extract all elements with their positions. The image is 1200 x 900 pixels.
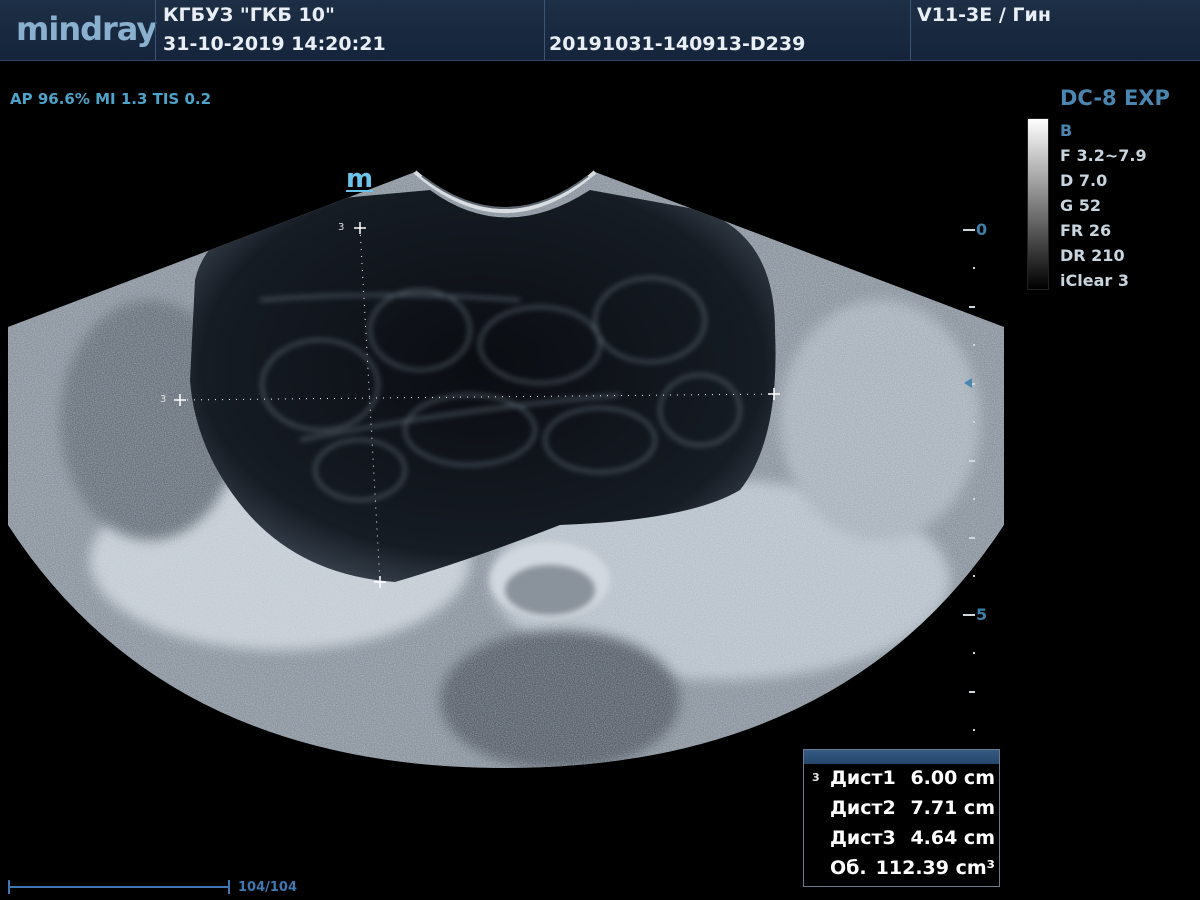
measurement-value: 112.39 cm³ (875, 857, 995, 879)
measurement-panel-header (804, 750, 999, 764)
cine-start-handle[interactable] (8, 880, 10, 894)
param-depth: D 7.0 (1060, 171, 1108, 190)
measurement-index: 3 (812, 771, 820, 784)
measurement-value: 6.00 cm (910, 767, 995, 789)
param-iclear: iClear 3 (1060, 271, 1129, 290)
param-frame-rate: FR 26 (1060, 221, 1112, 240)
measurement-name: Дист3 (830, 827, 896, 849)
imaging-mode: B (1060, 121, 1073, 140)
measurement-value: 4.64 cm (910, 827, 995, 849)
cine-frame-counter: 104/104 (238, 880, 298, 895)
measurement-row: 3 Дист1 6.00 cm (804, 764, 999, 794)
measurement-name: Об. (830, 857, 867, 879)
caliper-index-label: 3 (338, 222, 345, 233)
scan-fan (8, 172, 1004, 768)
depth-label-0: 0 (976, 220, 988, 239)
param-frequency: F 3.2~7.9 (1060, 146, 1147, 165)
measurement-name: Дист2 (830, 797, 896, 819)
cine-end-handle[interactable] (228, 880, 230, 894)
measurement-row: Об. 112.39 cm³ (804, 854, 999, 884)
depth-label-5: 5 (976, 605, 988, 624)
param-gain: G 52 (1060, 196, 1101, 215)
orientation-mark: m (346, 164, 374, 194)
ultrasound-image (8, 170, 1004, 768)
measurement-value: 7.71 cm (910, 797, 995, 819)
grayscale-bar (1027, 118, 1049, 290)
acoustic-output: AP 96.6% MI 1.3 TIS 0.2 (10, 90, 212, 108)
measurement-row: Дист3 4.64 cm (804, 824, 999, 854)
measurement-panel: 3 Дист1 6.00 cm Дист2 7.71 cm Дист3 4.64… (803, 749, 1000, 887)
exam-preset: DC-8 EXP (1060, 86, 1170, 110)
measurement-name: Дист1 (830, 767, 896, 789)
measurement-row: Дист2 7.71 cm (804, 794, 999, 824)
param-dynamic-range: DR 210 (1060, 246, 1125, 265)
imaging-params: B F 3.2~7.9 D 7.0 G 52 FR 26 DR 210 iCle… (1060, 118, 1147, 293)
cine-progress-bar[interactable] (8, 886, 230, 888)
caliper-index-label: 3 (160, 394, 167, 405)
